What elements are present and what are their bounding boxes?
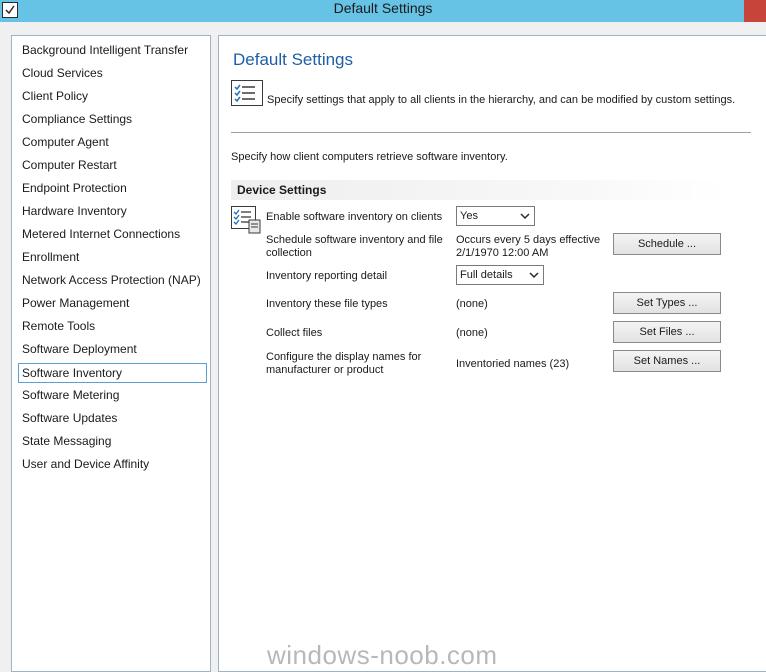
nav-item-software-deployment[interactable]: Software Deployment <box>22 340 137 360</box>
close-button[interactable] <box>744 0 766 22</box>
file-types-value: (none) <box>456 298 488 310</box>
device-settings-header: Device Settings <box>231 180 725 200</box>
settings-content: Default Settings Specify settings that a… <box>218 35 766 672</box>
page-description: Specify settings that apply to all clien… <box>267 94 736 106</box>
chevron-down-icon <box>520 213 530 220</box>
schedule-label-line1: Schedule software inventory and file <box>266 234 443 246</box>
reporting-detail-label: Inventory reporting detail <box>266 270 388 282</box>
section-description: Specify how client computers retrieve so… <box>231 151 508 163</box>
page-title: Default Settings <box>233 50 354 69</box>
nav-item-remote-tools[interactable]: Remote Tools <box>22 317 95 337</box>
enable-inventory-value: Yes <box>460 210 478 222</box>
device-settings-icon <box>231 206 261 234</box>
reporting-detail-value: Full details <box>460 269 513 281</box>
enable-inventory-label: Enable software inventory on clients <box>266 211 443 223</box>
window-title: Default Settings <box>333 0 433 16</box>
checklist-icon <box>231 80 263 106</box>
title-bar: Default Settings <box>0 0 766 22</box>
set-files-button[interactable]: Set Files ... <box>613 321 721 343</box>
divider <box>231 132 751 133</box>
nav-item-endpoint-protection[interactable]: Endpoint Protection <box>22 179 127 199</box>
nav-item-enrollment[interactable]: Enrollment <box>22 248 79 268</box>
set-names-button[interactable]: Set Names ... <box>613 350 721 372</box>
nav-item-network-access-protection[interactable]: Network Access Protection (NAP) <box>22 271 201 291</box>
nav-item-software-metering[interactable]: Software Metering <box>22 386 119 406</box>
nav-item-hardware-inventory[interactable]: Hardware Inventory <box>22 202 127 222</box>
collect-files-label: Collect files <box>266 327 323 339</box>
watermark: windows-noob.com <box>267 640 498 670</box>
nav-item-state-messaging[interactable]: State Messaging <box>22 432 111 452</box>
schedule-button[interactable]: Schedule ... <box>613 233 721 255</box>
display-names-value: Inventoried names (23) <box>456 358 570 370</box>
schedule-value-line1: Occurs every 5 days effective <box>456 234 601 246</box>
section-title: Device Settings <box>237 183 327 197</box>
nav-item-metered-internet-connections[interactable]: Metered Internet Connections <box>22 225 180 245</box>
schedule-label-line2: collection <box>266 247 312 259</box>
chevron-down-icon <box>529 272 539 279</box>
file-types-label: Inventory these file types <box>266 298 388 310</box>
set-types-button[interactable]: Set Types ... <box>613 292 721 314</box>
nav-item-cloud-services[interactable]: Cloud Services <box>22 64 103 84</box>
settings-nav: Background Intelligent Transfer Cloud Se… <box>11 35 211 672</box>
reporting-detail-select[interactable]: Full details <box>456 265 544 285</box>
nav-item-computer-agent[interactable]: Computer Agent <box>22 133 109 153</box>
schedule-value-line2: 2/1/1970 12:00 AM <box>456 247 549 259</box>
dialog-body: Background Intelligent Transfer Cloud Se… <box>0 22 766 672</box>
nav-item-client-policy[interactable]: Client Policy <box>22 87 88 107</box>
nav-item-compliance-settings[interactable]: Compliance Settings <box>22 110 132 130</box>
display-names-label-line2: manufacturer or product <box>266 364 384 376</box>
nav-item-software-inventory[interactable]: Software Inventory <box>18 363 207 383</box>
display-names-label-line1: Configure the display names for <box>266 351 422 363</box>
enable-inventory-select[interactable]: Yes <box>456 206 535 226</box>
nav-item-power-management[interactable]: Power Management <box>22 294 129 314</box>
nav-item-software-updates[interactable]: Software Updates <box>22 409 117 429</box>
nav-item-user-and-device-affinity[interactable]: User and Device Affinity <box>22 455 149 475</box>
nav-item-background-intelligent-transfer[interactable]: Background Intelligent Transfer <box>22 41 188 61</box>
nav-item-computer-restart[interactable]: Computer Restart <box>22 156 117 176</box>
collect-files-value: (none) <box>456 327 488 339</box>
